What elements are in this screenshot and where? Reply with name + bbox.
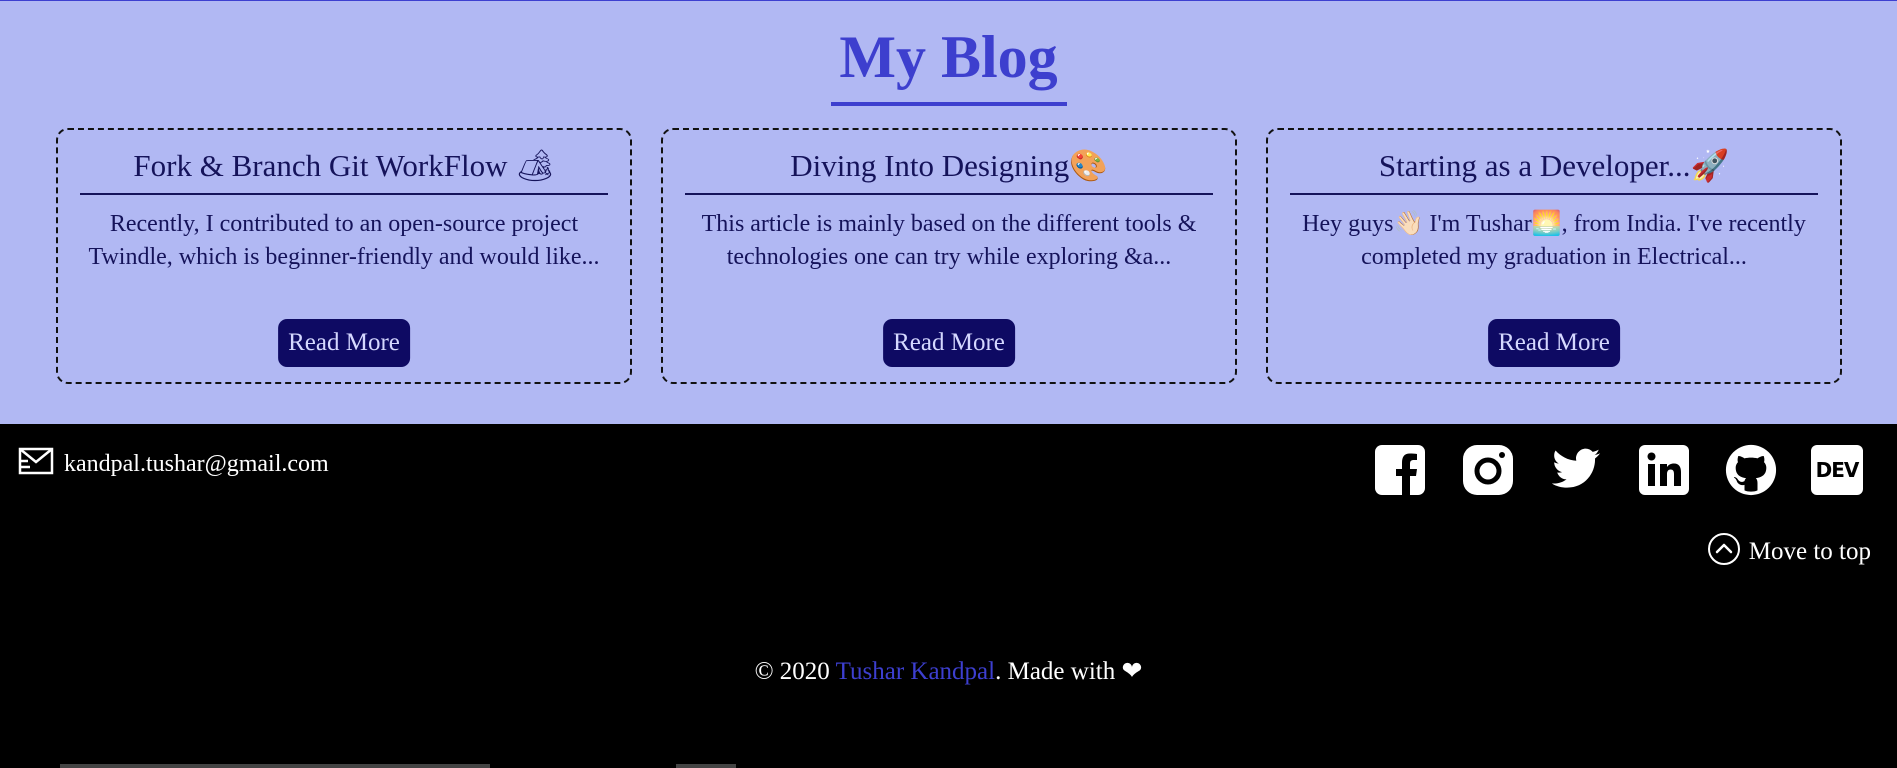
twitter-icon[interactable] bbox=[1550, 444, 1602, 496]
title-underline bbox=[831, 102, 1067, 106]
github-icon[interactable] bbox=[1725, 444, 1777, 496]
read-more-button[interactable]: Read More bbox=[883, 319, 1015, 367]
card-divider bbox=[685, 193, 1213, 195]
blog-section: My Blog Fork & Branch Git WorkFlow 🏕 Rec… bbox=[0, 0, 1897, 424]
copyright-prefix: © 2020 bbox=[754, 658, 836, 685]
move-to-top-button[interactable]: Move to top bbox=[1707, 532, 1871, 573]
copyright: © 2020 Tushar Kandpal. Made with ❤ bbox=[0, 656, 1897, 686]
move-to-top-label: Move to top bbox=[1748, 538, 1871, 565]
horizontal-scrollbar[interactable] bbox=[60, 764, 490, 768]
linkedin-icon[interactable] bbox=[1638, 444, 1690, 496]
heart-icon: ❤ bbox=[1121, 658, 1143, 685]
dev-label: DEV bbox=[1815, 458, 1860, 482]
card-excerpt: This article is mainly based on the diff… bbox=[701, 211, 1197, 270]
author-link[interactable]: Tushar Kandpal bbox=[836, 658, 996, 685]
copyright-suffix: . Made with bbox=[995, 658, 1122, 685]
blog-card-1: Fork & Branch Git WorkFlow 🏕 Recently, I… bbox=[56, 128, 632, 384]
blog-card-2: Diving Into Designing🎨 This article is m… bbox=[661, 128, 1237, 384]
read-more-button[interactable]: Read More bbox=[278, 319, 410, 367]
scrollbar-thumb[interactable] bbox=[676, 764, 736, 768]
card-title: Diving Into Designing🎨 bbox=[790, 148, 1108, 183]
card-excerpt: Hey guys👋🏻 I'm Tushar🌅, from India. I've… bbox=[1302, 211, 1806, 270]
read-more-button[interactable]: Read More bbox=[1488, 319, 1620, 367]
card-title: Fork & Branch Git WorkFlow 🏕 bbox=[133, 148, 555, 183]
card-excerpt: Recently, I contributed to an open-sourc… bbox=[88, 211, 600, 270]
blog-card-3: Starting as a Developer...🚀 Hey guys👋🏻 I… bbox=[1266, 128, 1842, 384]
mail-icon bbox=[18, 447, 64, 482]
instagram-icon[interactable] bbox=[1462, 444, 1514, 496]
card-divider bbox=[80, 193, 608, 195]
email-text: kandpal.tushar@gmail.com bbox=[64, 450, 329, 477]
chevron-up-circle-icon bbox=[1707, 532, 1749, 573]
blog-title: My Blog bbox=[839, 24, 1058, 90]
facebook-icon[interactable] bbox=[1374, 444, 1426, 496]
card-title: Starting as a Developer...🚀 bbox=[1378, 148, 1730, 183]
card-divider bbox=[1290, 193, 1818, 195]
dev-icon[interactable]: DEV bbox=[1811, 444, 1863, 496]
footer-email-link[interactable]: kandpal.tushar@gmail.com bbox=[18, 446, 329, 482]
